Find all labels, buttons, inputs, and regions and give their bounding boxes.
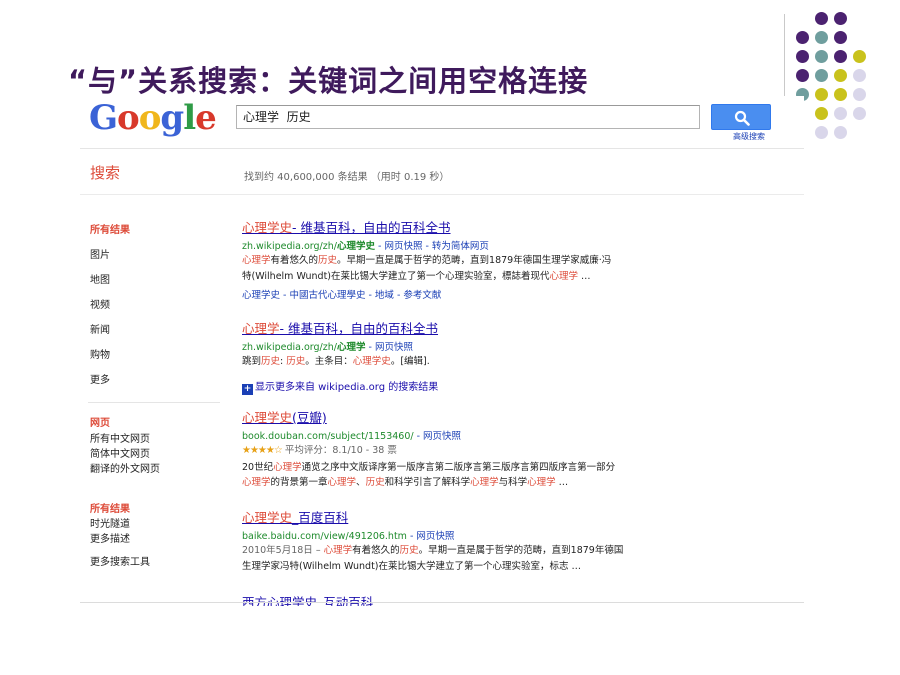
header-divider: [80, 148, 804, 149]
nav-translated-foreign-pages[interactable]: 翻译的外文网页: [90, 460, 160, 475]
result-url: book.douban.com/subject/1153460/ - 网页快照: [242, 431, 462, 442]
logo-letter: G: [89, 98, 118, 138]
result-url: zh.wikipedia.org/zh/心理学史 - 网页快照 - 转为简体网页: [242, 241, 489, 252]
nav-divider: [88, 402, 220, 403]
decorative-dot: [834, 12, 847, 25]
result-snippet: 2010年5月18日 – 心理学有着悠久的历史。早期一直是属于哲学的范畴，直到1…: [242, 545, 624, 572]
search-result-2: 心理学- 维基百科，自由的百科全书 zh.wikipedia.org/zh/心理…: [242, 318, 782, 370]
rating-stars-icon: ★★★★☆: [242, 445, 283, 456]
decorative-dot: [815, 88, 828, 101]
search-result-4: 心理学史_百度百科 baike.baidu.com/view/491206.ht…: [242, 507, 782, 574]
google-logo: Google: [89, 98, 217, 138]
decorative-dot: [834, 88, 847, 101]
nav-images[interactable]: 图片: [90, 246, 110, 261]
result-cache-links[interactable]: - 网页快照: [414, 431, 461, 442]
nav-news[interactable]: 新闻: [90, 321, 110, 336]
logo-letter: o: [117, 98, 140, 138]
decorative-dot: [815, 69, 828, 82]
search-input[interactable]: [237, 106, 683, 127]
decorative-dot: [796, 31, 809, 44]
result-snippet: 跳到历史: 历史。主条目：心理学史。[编辑].: [242, 356, 430, 367]
decorative-dot: [834, 50, 847, 63]
decorative-dot: [796, 50, 809, 63]
result-rating: ★★★★☆ 平均评分：8.1/10 - 38 票: [242, 445, 397, 456]
decorative-dot: [853, 69, 866, 82]
nav-more-descriptions[interactable]: 更多描述: [90, 530, 130, 545]
nav-more-search-tools[interactable]: 更多搜索工具: [90, 553, 150, 568]
result-title[interactable]: 心理学史(豆瓣): [242, 407, 782, 426]
nav-all-chinese-pages[interactable]: 所有中文网页: [90, 430, 150, 445]
result-title[interactable]: 心理学史- 维基百科，自由的百科全书: [242, 217, 782, 236]
decorative-dot: [796, 69, 809, 82]
result-title[interactable]: 心理学- 维基百科，自由的百科全书: [242, 318, 782, 337]
result-snippet: 心理学有着悠久的历史。早期一直是属于哲学的范畴，直到1879年德国生理学家威廉·…: [242, 255, 612, 282]
expand-plus-icon: +: [242, 384, 253, 395]
nav-simplified-chinese-pages[interactable]: 简体中文网页: [90, 445, 150, 460]
result-cache-links[interactable]: - 网页快照: [407, 531, 454, 542]
logo-letter: l: [183, 98, 196, 138]
search-result-3: 心理学史(豆瓣) book.douban.com/subject/1153460…: [242, 407, 782, 491]
decorative-dot: [834, 31, 847, 44]
search-section-label: 搜索: [90, 164, 121, 182]
decorative-dot: [853, 88, 866, 101]
search-result-1: 心理学史- 维基百科，自由的百科全书 zh.wikipedia.org/zh/心…: [242, 217, 782, 301]
decorative-dot: [815, 50, 828, 63]
decorative-dot: [834, 69, 847, 82]
nav-maps[interactable]: 地图: [90, 271, 110, 286]
slide-title: “与”关系搜索：关键词之间用空格连接: [68, 64, 589, 98]
decorative-dot-grid: [796, 12, 896, 148]
logo-letter: g: [160, 98, 184, 138]
decorative-dot: [834, 107, 847, 120]
decorative-dot: [853, 107, 866, 120]
nav-time-tunnel[interactable]: 时光隧道: [90, 515, 130, 530]
decorative-dot: [815, 12, 828, 25]
google-search-screenshot: Google 高级搜索 搜索 找到约 40,600,000 条结果 （用时 0.…: [80, 96, 804, 606]
decorative-dot: [815, 31, 828, 44]
advanced-search-link[interactable]: 高级搜索: [733, 131, 765, 142]
nav-more[interactable]: 更多: [90, 371, 110, 386]
nav-web-heading[interactable]: 网页: [90, 414, 110, 429]
magnifier-icon: [734, 110, 750, 126]
stats-divider: [80, 194, 804, 195]
logo-letter: o: [138, 98, 162, 138]
decorative-dot: [815, 126, 828, 139]
nav-videos[interactable]: 视频: [90, 296, 110, 311]
screenshot-bottom-divider: [80, 602, 804, 603]
nav-all-results[interactable]: 所有结果: [90, 221, 130, 236]
nav-all-results-time[interactable]: 所有结果: [90, 500, 130, 515]
result-stats: 找到约 40,600,000 条结果 （用时 0.19 秒）: [244, 172, 450, 183]
result-cache-links[interactable]: - 网页快照 - 转为简体网页: [375, 241, 489, 252]
result-cache-links[interactable]: - 网页快照: [365, 342, 413, 353]
result-sitelinks[interactable]: 心理学史 - 中國古代心理學史 - 地域 - 参考文献: [242, 287, 782, 301]
logo-letter: e: [195, 98, 217, 138]
decorative-dot: [853, 50, 866, 63]
decorative-dot: [834, 126, 847, 139]
nav-shopping[interactable]: 购物: [90, 346, 110, 361]
search-box[interactable]: [236, 105, 700, 129]
result-snippet: 20世纪心理学通览之序中文版译序第一版序言第二版序言第三版序言第四版序言第一部分…: [242, 461, 616, 489]
result-url: zh.wikipedia.org/zh/心理学 - 网页快照: [242, 342, 413, 353]
result-title[interactable]: 心理学史_百度百科: [242, 507, 782, 526]
result-url: baike.baidu.com/view/491206.htm - 网页快照: [242, 531, 455, 542]
decorative-dot: [815, 107, 828, 120]
clipped-result-title[interactable]: 西方心理学史_互动百科: [242, 592, 373, 606]
decorative-divider: [784, 14, 785, 96]
more-results-from-site-link[interactable]: + 显示更多来自 wikipedia.org 的搜索结果: [242, 378, 438, 395]
search-button[interactable]: [711, 104, 771, 130]
